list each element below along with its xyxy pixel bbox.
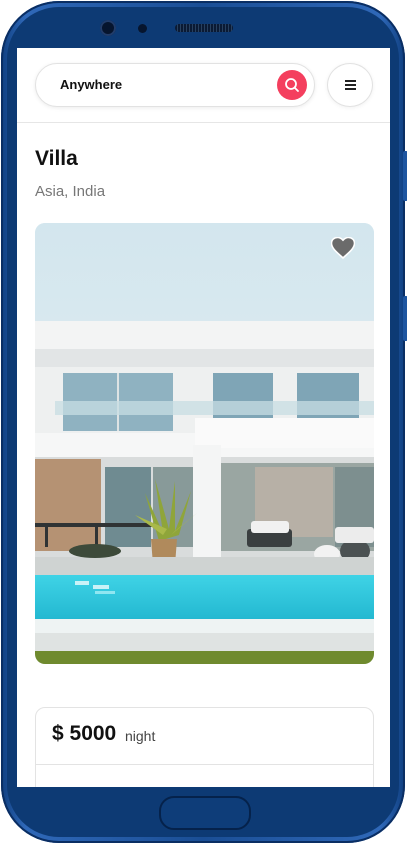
search-location-label: Anywhere: [60, 77, 123, 92]
price-amount: $ 5000: [52, 722, 117, 745]
menu-button[interactable]: [327, 63, 373, 107]
listing-title: Villa: [35, 147, 78, 170]
home-button[interactable]: [159, 796, 251, 830]
earpiece-speaker: [175, 24, 233, 32]
pricing-card: $ 5000 night: [35, 707, 374, 787]
price-unit: night: [125, 728, 156, 744]
search-icon: [285, 78, 299, 92]
search-bar[interactable]: Anywhere: [35, 63, 315, 107]
card-divider: [36, 764, 373, 765]
listing-photo[interactable]: [35, 223, 374, 664]
search-button[interactable]: [277, 70, 307, 100]
listing-location: Asia, India: [35, 183, 106, 200]
menu-icon-line: [345, 88, 356, 90]
front-camera: [100, 20, 116, 36]
volume-button: [403, 151, 407, 201]
app-screen: Anywhere Villa Asia, India $ 5000 night: [17, 48, 390, 787]
menu-icon: [345, 80, 356, 82]
top-bar: Anywhere: [17, 48, 390, 123]
proximity-sensor: [138, 24, 147, 33]
villa-image: [35, 223, 374, 664]
heart-icon[interactable]: [331, 237, 355, 259]
power-button: [403, 296, 407, 341]
menu-icon-line: [345, 84, 356, 86]
